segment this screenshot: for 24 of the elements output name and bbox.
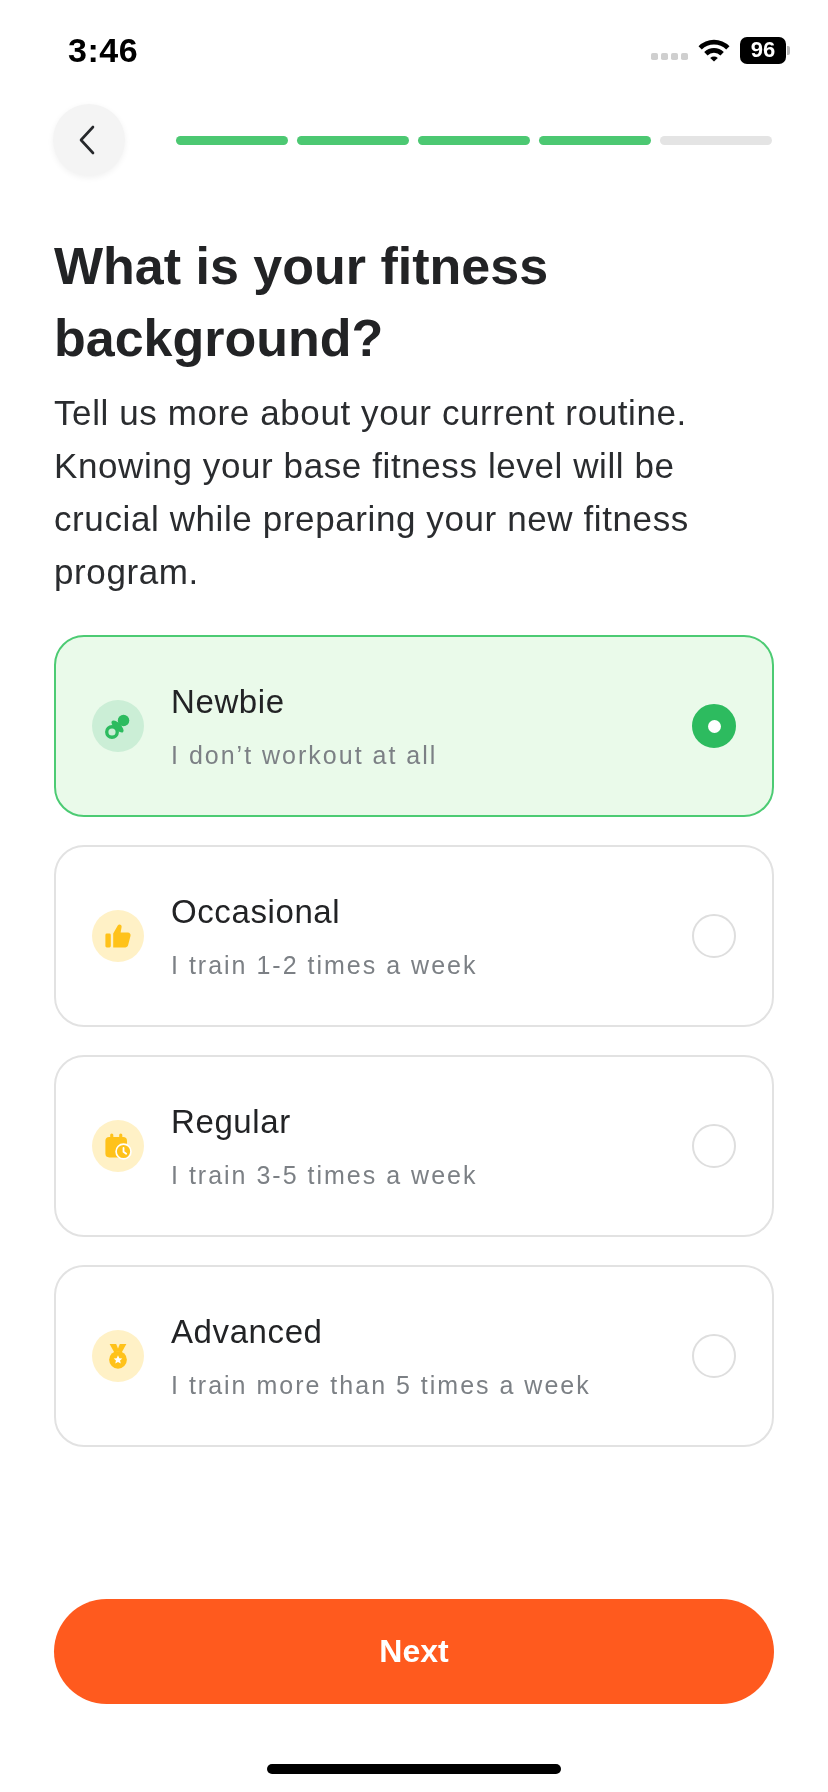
- wifi-icon: [698, 38, 730, 62]
- option-card[interactable]: Occasional I train 1-2 times a week: [54, 845, 774, 1027]
- option-title: Occasional: [171, 892, 342, 932]
- signal-icon: [651, 53, 688, 60]
- option-subtitle: I train 3-5 times a week: [171, 1160, 479, 1190]
- option-subtitle: I train more than 5 times a week: [171, 1370, 592, 1400]
- option-subtitle: I train 1-2 times a week: [171, 950, 479, 980]
- page-title: What is your fitness background?: [54, 236, 550, 369]
- option-title: Regular: [171, 1102, 292, 1142]
- option-title: Newbie: [171, 682, 286, 722]
- pacifier-icon: [92, 700, 144, 752]
- chevron-left-icon: [78, 125, 96, 155]
- page-description: Tell us more about your current routine. Knowing your base fitness level will be crucial while preparing your new fitness program.: [54, 392, 690, 593]
- option-title: Advanced: [171, 1312, 324, 1352]
- option-card[interactable]: Advanced I train more than 5 times a week: [54, 1265, 774, 1447]
- option-card[interactable]: Regular I train 3-5 times a week: [54, 1055, 774, 1237]
- medal-icon: [92, 1330, 144, 1382]
- calendar-clock-icon: [92, 1120, 144, 1172]
- battery-indicator: 96: [740, 36, 790, 64]
- option-card[interactable]: Newbie I don’t workout at all: [54, 635, 774, 817]
- option-subtitle: I don’t workout at all: [171, 740, 439, 770]
- radio-button[interactable]: [692, 704, 736, 748]
- status-time: 3:46: [68, 30, 139, 70]
- thumbs-up-icon: [92, 910, 144, 962]
